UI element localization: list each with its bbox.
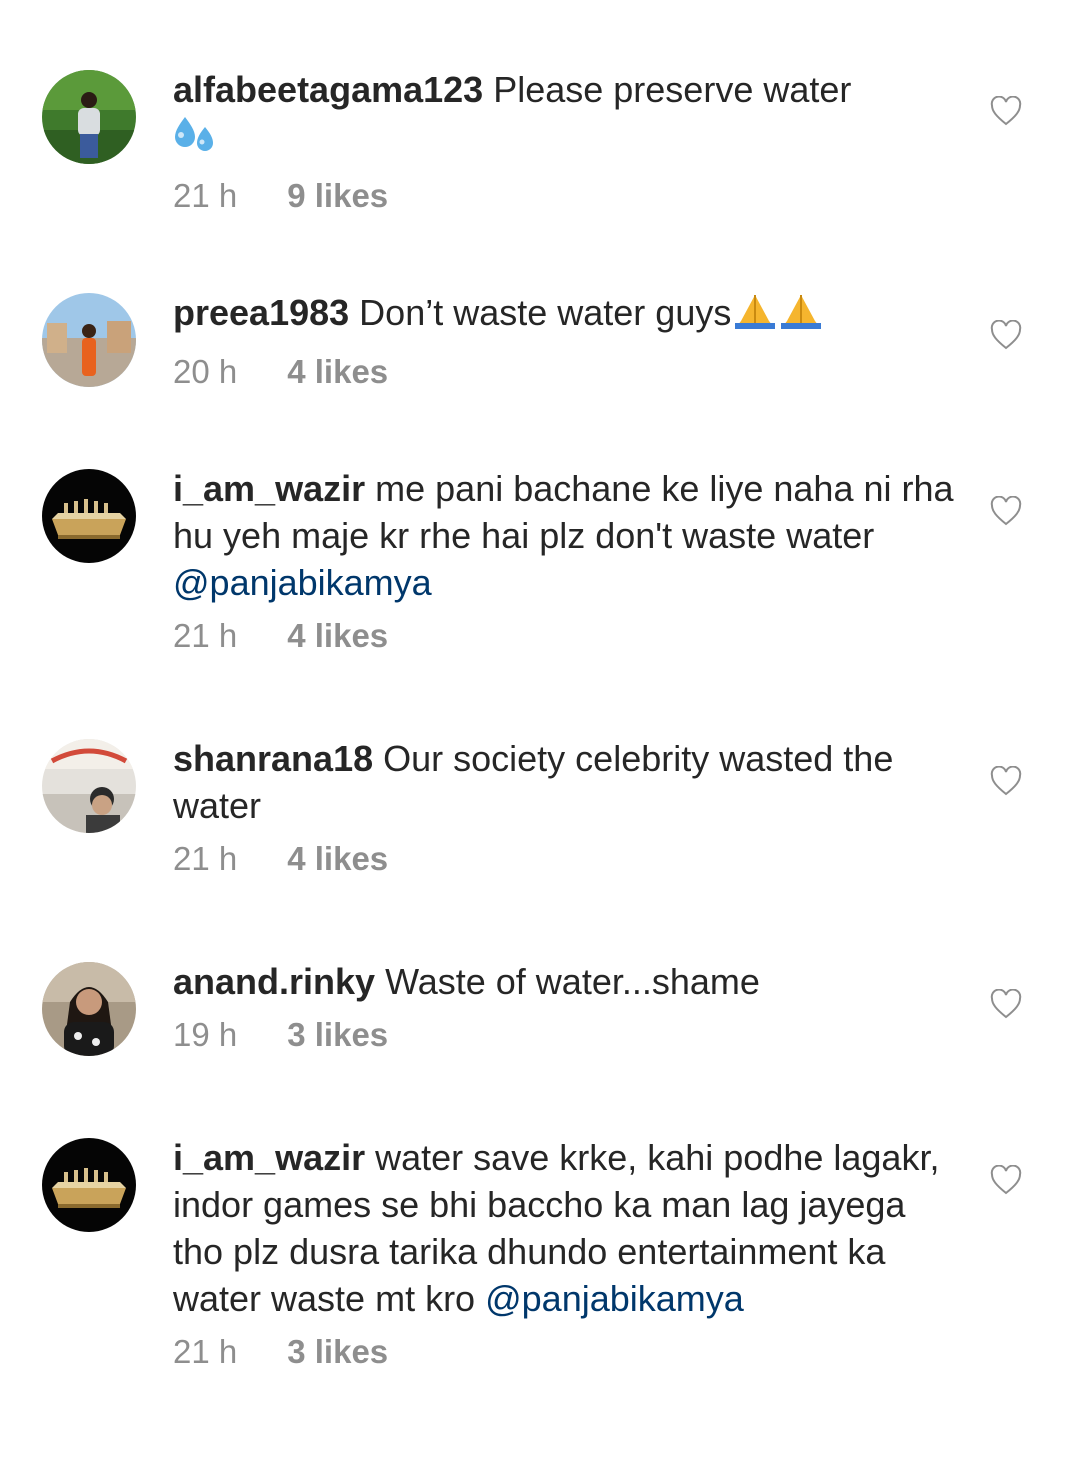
comment-text: anand.rinky Waste of water...shame — [173, 958, 963, 1005]
comment-meta: 20 h 4 likes — [173, 352, 963, 392]
sweat-droplets-emoji — [173, 113, 219, 166]
avatar[interactable] — [42, 962, 136, 1056]
comment-likes[interactable]: 4 likes — [287, 352, 388, 392]
comment-meta: 21 h 9 likes — [173, 176, 963, 216]
comment-text: preea1983 Don’t waste water guys — [173, 289, 963, 342]
comment-text: i_am_wazir me pani bachane ke liye naha … — [173, 465, 963, 606]
avatar[interactable] — [42, 1138, 136, 1232]
comment-message: Don’t waste water guys — [359, 292, 732, 333]
avatar[interactable] — [42, 70, 136, 164]
comment-likes[interactable]: 3 likes — [287, 1332, 388, 1372]
heart-icon[interactable] — [990, 496, 1022, 526]
comment-username[interactable]: anand.rinky — [173, 961, 375, 1002]
comment-time: 21 h — [173, 840, 238, 877]
comment-username[interactable]: alfabeetagama123 — [173, 69, 483, 110]
comment-username[interactable]: i_am_wazir — [173, 468, 365, 509]
heart-icon[interactable] — [990, 1165, 1022, 1195]
comment-mention[interactable]: @panjabikamya — [173, 562, 432, 603]
comment-text: alfabeetagama123 Please preserve water — [173, 66, 963, 166]
comment-likes[interactable]: 9 likes — [287, 176, 388, 216]
comment-username[interactable]: shanrana18 — [173, 738, 373, 779]
avatar[interactable] — [42, 293, 136, 387]
comment-time: 19 h — [173, 1016, 238, 1053]
comment-username[interactable]: preea1983 — [173, 292, 349, 333]
comment-meta: 21 h 4 likes — [173, 839, 963, 879]
avatar[interactable] — [42, 739, 136, 833]
comment-time: 21 h — [173, 617, 238, 654]
heart-icon[interactable] — [990, 766, 1022, 796]
comment-mention[interactable]: @panjabikamya — [485, 1278, 744, 1319]
heart-icon[interactable] — [990, 320, 1022, 350]
comment-likes[interactable]: 4 likes — [287, 839, 388, 879]
comment-username[interactable]: i_am_wazir — [173, 1137, 365, 1178]
comment-time: 21 h — [173, 1333, 238, 1370]
heart-icon[interactable] — [990, 989, 1022, 1019]
comment-likes[interactable]: 3 likes — [287, 1015, 388, 1055]
comment-meta: 21 h 4 likes — [173, 616, 963, 656]
comment-meta: 21 h 3 likes — [173, 1332, 963, 1372]
comment-text: i_am_wazir water save krke, kahi podhe l… — [173, 1134, 963, 1322]
comment-text: shanrana18 Our society celebrity wasted … — [173, 735, 963, 829]
folded-hands-emoji — [731, 291, 825, 342]
comment-likes[interactable]: 4 likes — [287, 616, 388, 656]
comment-message: Please preserve water — [493, 69, 852, 110]
comment-time: 21 h — [173, 177, 238, 214]
comment-message: Waste of water...shame — [385, 961, 760, 1002]
comment-time: 20 h — [173, 353, 238, 390]
comment-meta: 19 h 3 likes — [173, 1015, 963, 1055]
avatar[interactable] — [42, 469, 136, 563]
heart-icon[interactable] — [990, 96, 1022, 126]
